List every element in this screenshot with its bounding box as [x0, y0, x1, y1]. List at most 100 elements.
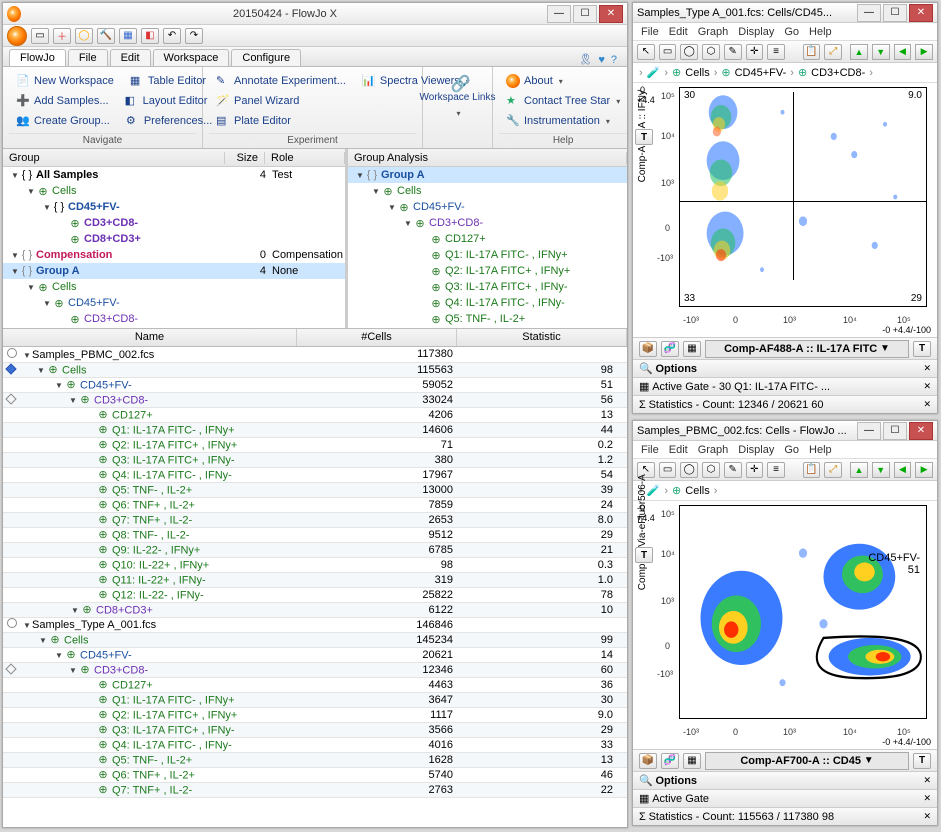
group-analysis-item[interactable]: ⊕Q2: IL-17A FITC+ , IFNy+	[348, 263, 627, 279]
plot-a-box-icon[interactable]: 📦	[639, 341, 657, 357]
table-row[interactable]: ▼⊕CD45+FV-5905251	[3, 377, 627, 392]
group-tree-item[interactable]: ▼⊕Cells	[3, 183, 345, 199]
tool-grid-icon[interactable]: ▦	[119, 28, 137, 44]
plot-a-menu-edit[interactable]: Edit	[669, 26, 688, 38]
group-tree-item[interactable]: ▼{ }All Samples4Test	[3, 167, 345, 183]
plot-b-text-y-icon[interactable]: T	[635, 547, 653, 563]
poly-gate-icon[interactable]: ⬡	[702, 44, 720, 60]
table-row[interactable]: ▼Samples_PBMC_002.fcs117380	[3, 347, 627, 362]
oval-gate-icon[interactable]: ◯	[680, 44, 698, 60]
instrumentation-button[interactable]: 🔧Instrumentation	[499, 111, 617, 131]
table-row[interactable]: ⊕Q6: TNF+ , IL-2+785924	[3, 497, 627, 512]
plot-a-menu-file[interactable]: File	[641, 26, 659, 38]
plot-a-menu-go[interactable]: Go	[784, 26, 799, 38]
table-row[interactable]: ⊕Q12: IL-22- , IFNy-2582278	[3, 587, 627, 602]
plot-b-close[interactable]: ✕	[909, 422, 933, 440]
group-tree-item[interactable]: ▼{ }Compensation0Compensation	[3, 247, 345, 263]
copy-plot-icon[interactable]: 📋	[803, 44, 821, 60]
quad-vline[interactable]	[793, 92, 794, 280]
plot-a-text-y-icon[interactable]: T	[635, 129, 653, 145]
plot-a-max[interactable]: ☐	[883, 4, 907, 22]
table-row[interactable]: ⊕Q3: IL-17A FITC+ , IFNy-356629	[3, 722, 627, 737]
group-tree-item[interactable]: ⊕CD127+	[3, 327, 345, 328]
plot-a-grid-icon[interactable]: ▦	[683, 341, 701, 357]
table-row[interactable]: ⊕Q11: IL-22+ , IFNy-3191.0	[3, 572, 627, 587]
plot-a-xparam-select[interactable]: Comp-AF488-A :: IL-17A FITC ▼	[705, 340, 909, 358]
more-gate-icon[interactable]: ≡	[767, 44, 785, 60]
maximize-button[interactable]: ☐	[573, 5, 597, 23]
table-row[interactable]: ⊕Q1: IL-17A FITC- , IFNy+364730	[3, 692, 627, 707]
undo-icon[interactable]: ↶	[163, 28, 181, 44]
tool-plus-icon[interactable]: ＋	[53, 28, 71, 44]
group-analysis-item[interactable]: ⊕CD127+	[348, 231, 627, 247]
minimize-button[interactable]: —	[547, 5, 571, 23]
table-row[interactable]: ⊕Q10: IL-22+ , IFNy+980.3	[3, 557, 627, 572]
table-row[interactable]: ⊕Q1: IL-17A FITC- , IFNy+1460644	[3, 422, 627, 437]
tab-workspace[interactable]: Workspace	[153, 49, 230, 66]
new-workspace-button[interactable]: 📄New Workspace	[9, 71, 121, 91]
cursor-tool-icon[interactable]: ↖	[637, 44, 655, 60]
plot-a-text-x-icon[interactable]: T	[913, 341, 931, 357]
plot-a-prev[interactable]: ◀	[894, 44, 912, 60]
plot-b-canvas[interactable]: -0 +4.4 Comp-FixVia-eFluor506-A T	[633, 501, 937, 749]
group-analysis-item[interactable]: ▼⊕CD45+FV-	[348, 199, 627, 215]
table-row[interactable]: ▼Samples_Type A_001.fcs146846	[3, 617, 627, 632]
add-samples-button[interactable]: ➕Add Samples...	[9, 91, 116, 111]
table-row[interactable]: ▼⊕Cells11556398	[3, 362, 627, 377]
plot-a-menu-display[interactable]: Display	[738, 26, 774, 38]
plot-a-canvas[interactable]: -0 +4.4 Comp-APC-A :: IFNy T 30 9.0 33 2…	[633, 83, 937, 337]
group-tree[interactable]: ▼{ }All Samples4Test▼⊕Cells▼{ }CD45+FV- ⊕…	[3, 167, 345, 328]
table-row[interactable]: ⊕Q4: IL-17A FITC- , IFNy-401633	[3, 737, 627, 752]
plot-a-options[interactable]: 🔍 Options✕	[633, 359, 937, 377]
plot-a-active-gate[interactable]: ▦ Active Gate - 30 Q1: IL-17A FITC- ...✕	[633, 377, 937, 395]
plot-b-max[interactable]: ☐	[883, 422, 907, 440]
layout-editor-button[interactable]: ◧Layout Editor	[118, 91, 215, 111]
table-row[interactable]: ▼⊕CD3+CD8-1234660	[3, 662, 627, 677]
group-analysis-item[interactable]: ⊕Q5: TNF- , IL-2+	[348, 311, 627, 327]
plot-a-min[interactable]: —	[857, 4, 881, 22]
tool-hammer-icon[interactable]: 🔨	[97, 28, 115, 44]
tool-cursor-icon[interactable]: ▭	[31, 28, 49, 44]
tab-configure[interactable]: Configure	[231, 49, 301, 66]
group-tree-item[interactable]: ⊕CD3+CD8-	[3, 311, 345, 327]
group-tree-item[interactable]: ▼⊕CD45+FV-	[3, 295, 345, 311]
table-row[interactable]: ▼⊕Cells14523499	[3, 632, 627, 647]
table-row[interactable]: ⊕Q7: TNF+ , IL-2-276322	[3, 782, 627, 797]
tab-flowjo[interactable]: FlowJo	[9, 49, 66, 66]
table-row[interactable]: ⊕CD127+446336	[3, 677, 627, 692]
group-analysis-item[interactable]: ⊕Q3: IL-17A FITC+ , IFNy-	[348, 279, 627, 295]
group-tree-item[interactable]: ▼{ }Group A4None	[3, 263, 345, 279]
group-analysis-item[interactable]: ▼{ }Group A	[348, 167, 627, 183]
plot-a-dna-icon[interactable]: 🧬	[661, 341, 679, 357]
plot-b-active-gate[interactable]: ▦ Active Gate✕	[633, 789, 937, 807]
ribbon-flag-icon[interactable]: 🎗	[578, 53, 592, 66]
plot-a-menu-graph[interactable]: Graph	[698, 26, 729, 38]
sample-table[interactable]: ▼Samples_PBMC_002.fcs117380▼⊕Cells115563…	[3, 347, 627, 827]
contact-button[interactable]: ★Contact Tree Star	[499, 91, 627, 111]
plot-a-up[interactable]: ▲	[850, 44, 868, 60]
table-row[interactable]: ⊕Q4: IL-17A FITC- , IFNy-1796754	[3, 467, 627, 482]
plot-b-options[interactable]: 🔍 Options✕	[633, 771, 937, 789]
table-row[interactable]: ⊕Q9: IL-22- , IFNy+678521	[3, 542, 627, 557]
group-analysis-item[interactable]: ⊕Q4: IL-17A FITC- , IFNy-	[348, 295, 627, 311]
group-analysis-item[interactable]: ⊕Q6: TNF+ , IL-2+	[348, 327, 627, 328]
table-row[interactable]: ⊕CD127+420613	[3, 407, 627, 422]
plate-editor-button[interactable]: ▤Plate Editor	[209, 111, 298, 131]
ribbon-help-icon[interactable]: ?	[611, 54, 617, 66]
table-row[interactable]: ⊕Q7: TNF+ , IL-2-26538.0	[3, 512, 627, 527]
close-button[interactable]: ✕	[599, 5, 623, 23]
group-analysis-item[interactable]: ⊕Q1: IL-17A FITC- , IFNy+	[348, 247, 627, 263]
plot-b-xparam-select[interactable]: Comp-AF700-A :: CD45 ▼	[705, 752, 909, 770]
tab-edit[interactable]: Edit	[110, 49, 151, 66]
rect-gate-icon[interactable]: ▭	[659, 44, 677, 60]
export-plot-icon[interactable]: ⤢	[824, 44, 842, 60]
plot-a-menu-help[interactable]: Help	[809, 26, 832, 38]
workspace-links-button[interactable]: 🔗 Workspace Links	[413, 71, 503, 123]
group-tree-item[interactable]: ▼{ }CD45+FV-	[3, 199, 345, 215]
create-group-button[interactable]: 👥Create Group...	[9, 111, 117, 131]
table-row[interactable]: ▼⊕CD8+CD3+612210	[3, 602, 627, 617]
panel-wizard-button[interactable]: 🪄Panel Wizard	[209, 91, 306, 111]
table-row[interactable]: ⊕Q5: TNF- , IL-2+162813	[3, 752, 627, 767]
tool-layout-icon[interactable]: ◧	[141, 28, 159, 44]
plot-b-ylabel[interactable]: Comp-FixVia-eFluor506-A	[637, 474, 648, 590]
